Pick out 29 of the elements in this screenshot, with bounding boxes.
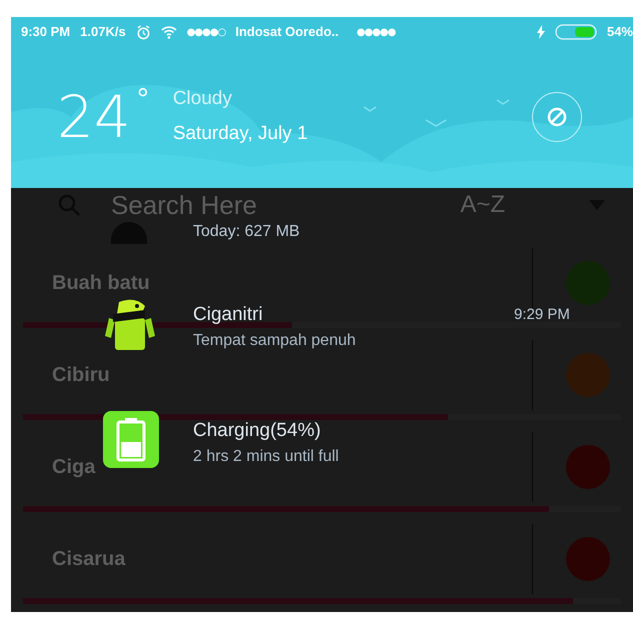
block-icon xyxy=(547,106,567,126)
notification-text: 2 hrs 2 mins until full xyxy=(193,447,339,467)
temperature: 24 xyxy=(57,88,131,146)
location-name: Cibiru xyxy=(52,363,110,388)
sort-label: A~Z xyxy=(460,190,505,220)
bolt-icon xyxy=(536,25,545,39)
signal-dots: ●●●●○ xyxy=(186,26,226,40)
notification-title: Ciganitri xyxy=(193,303,263,327)
search-field[interactable]: Search Here xyxy=(111,186,411,224)
clear-button[interactable] xyxy=(532,92,582,142)
carrier-name: Indosat Ooredo.. xyxy=(235,23,339,42)
alarm-icon xyxy=(136,24,151,40)
battery-status-icon xyxy=(554,24,597,40)
location-name: Ciga xyxy=(52,455,96,480)
network-speed: 1.07K/s xyxy=(80,23,126,42)
location-name: Cisarua xyxy=(52,547,126,572)
notification-title: Charging(54%) xyxy=(193,419,321,443)
wifi-icon xyxy=(160,25,177,39)
battery-percent: 54% xyxy=(606,23,633,42)
weather-condition: Cloudy xyxy=(172,87,233,111)
notification-text: Tempat sampah penuh xyxy=(193,331,356,351)
battery-icon xyxy=(103,411,159,468)
data-usage: Today: 627 MB xyxy=(193,222,300,242)
signal-dots: ●●●●● xyxy=(356,26,396,40)
weather-date: Saturday, July 1 xyxy=(172,122,308,146)
notification-time: 9:29 PM xyxy=(514,305,570,325)
degree-sign: ° xyxy=(136,85,149,115)
location-name: Buah batu xyxy=(52,271,150,296)
status-time: 9:30 PM xyxy=(21,23,70,42)
